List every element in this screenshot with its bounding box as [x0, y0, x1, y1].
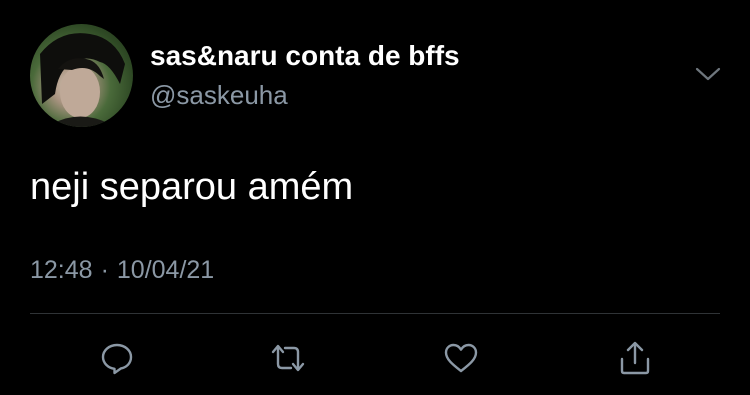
tweet-text: neji separou amém: [30, 166, 354, 208]
retweet-icon: [271, 344, 305, 372]
tweet-date: 10/04/21: [116, 256, 215, 284]
like-icon: [444, 343, 478, 373]
like-button[interactable]: [440, 338, 482, 378]
retweet-button[interactable]: [267, 338, 309, 378]
avatar[interactable]: [30, 24, 133, 127]
user-handle[interactable]: @saskeuha: [150, 80, 288, 111]
reply-button[interactable]: [96, 338, 138, 378]
tweet-time: 12:48: [30, 256, 93, 284]
divider: [30, 313, 720, 314]
timestamp-separator: ·: [100, 256, 109, 284]
share-icon: [620, 341, 650, 375]
share-button[interactable]: [614, 338, 656, 378]
chevron-down-icon[interactable]: [694, 64, 722, 84]
reply-icon: [101, 343, 133, 375]
tweet-timestamp: 12:48 · 10/04/21: [30, 256, 214, 285]
profile-photo-icon: [40, 33, 125, 127]
display-name[interactable]: sas&naru conta de bffs: [150, 40, 460, 72]
